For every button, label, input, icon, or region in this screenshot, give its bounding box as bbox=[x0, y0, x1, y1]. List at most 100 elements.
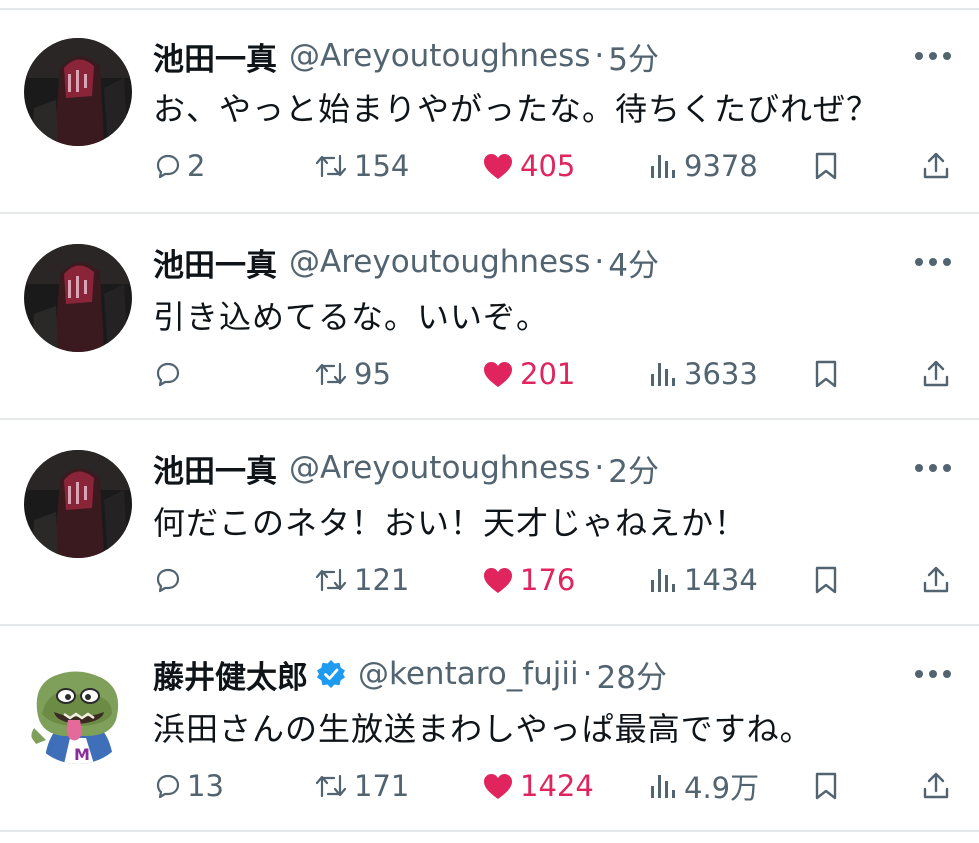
reply-icon bbox=[156, 362, 180, 387]
share-button[interactable] bbox=[921, 144, 951, 188]
share-button[interactable] bbox=[921, 352, 951, 396]
views-count: 4.9万 bbox=[684, 771, 760, 805]
bookmark-button[interactable] bbox=[813, 144, 839, 188]
divider bbox=[0, 418, 979, 420]
retweet-button[interactable]: 171 bbox=[314, 764, 409, 808]
views-button[interactable]: 4.9万 bbox=[648, 764, 759, 808]
retweet-icon bbox=[315, 362, 347, 386]
display-name[interactable]: 藤井健太郎 bbox=[153, 652, 308, 697]
bookmark-button[interactable] bbox=[813, 558, 839, 602]
avatar[interactable] bbox=[24, 38, 132, 146]
timestamp[interactable]: 5分 bbox=[608, 34, 659, 79]
timeline-feed: 池田一真 @Areyoutoughness · 5分 お、やっと始まりやがったな… bbox=[0, 0, 979, 843]
heart-icon bbox=[484, 774, 512, 799]
views-count: 1434 bbox=[684, 563, 758, 597]
more-options-icon[interactable] bbox=[915, 464, 951, 474]
user-handle[interactable]: @Areyoutoughness bbox=[289, 450, 590, 486]
tweet[interactable]: M 藤井健太郎 @kentaro_fujii · 28分 浜田さんの生放送まわし… bbox=[0, 628, 979, 834]
tweet-header: 池田一真 @Areyoutoughness · 4分 bbox=[153, 240, 659, 284]
display-name[interactable]: 池田一真 bbox=[153, 446, 277, 491]
tweet[interactable]: 池田一真 @Areyoutoughness · 4分 引き込めてるな。いいぞ。 … bbox=[0, 216, 979, 422]
reply-icon bbox=[156, 154, 180, 179]
tweet-actions: 95 201 3633 bbox=[0, 352, 979, 396]
bookmark-icon bbox=[815, 360, 837, 388]
reply-button[interactable] bbox=[155, 352, 187, 396]
heart-icon bbox=[484, 568, 512, 593]
reply-icon bbox=[156, 568, 180, 593]
share-icon bbox=[923, 360, 949, 387]
share-icon bbox=[923, 566, 949, 593]
timestamp[interactable]: 4分 bbox=[608, 240, 659, 285]
share-button[interactable] bbox=[921, 764, 951, 808]
retweet-count: 171 bbox=[354, 769, 410, 803]
svg-text:M: M bbox=[74, 745, 90, 764]
more-options-icon[interactable] bbox=[915, 670, 951, 680]
like-count: 201 bbox=[520, 357, 576, 391]
bookmark-icon bbox=[815, 566, 837, 594]
reply-button[interactable]: 13 bbox=[155, 764, 224, 808]
reply-count: 13 bbox=[187, 769, 224, 803]
more-options-icon[interactable] bbox=[915, 52, 951, 62]
reply-button[interactable]: 2 bbox=[155, 144, 205, 188]
display-name[interactable]: 池田一真 bbox=[153, 34, 277, 79]
views-icon bbox=[651, 363, 675, 386]
share-button[interactable] bbox=[921, 558, 951, 602]
tweet-actions: 13 171 1424 4.9万 bbox=[0, 764, 979, 808]
share-icon bbox=[923, 152, 949, 179]
retweet-icon bbox=[315, 154, 347, 178]
user-handle[interactable]: @kentaro_fujii bbox=[358, 656, 579, 692]
views-button[interactable]: 3633 bbox=[648, 352, 758, 396]
bookmark-button[interactable] bbox=[813, 764, 839, 808]
heart-icon bbox=[484, 154, 512, 179]
views-button[interactable]: 1434 bbox=[648, 558, 758, 602]
like-button[interactable]: 176 bbox=[482, 558, 575, 602]
tweet-header: 池田一真 @Areyoutoughness · 5分 bbox=[153, 34, 659, 78]
bookmark-button[interactable] bbox=[813, 352, 839, 396]
user-handle[interactable]: @Areyoutoughness bbox=[289, 244, 590, 280]
views-count: 9378 bbox=[684, 149, 758, 183]
timestamp[interactable]: 2分 bbox=[608, 446, 659, 491]
separator-dot: · bbox=[594, 450, 605, 486]
reply-icon bbox=[156, 774, 180, 799]
more-options-icon[interactable] bbox=[915, 258, 951, 268]
retweet-button[interactable]: 154 bbox=[314, 144, 409, 188]
tweet[interactable]: 池田一真 @Areyoutoughness · 5分 お、やっと始まりやがったな… bbox=[0, 10, 979, 216]
avatar[interactable] bbox=[24, 244, 132, 352]
bookmark-icon bbox=[815, 152, 837, 180]
reply-button[interactable] bbox=[155, 558, 187, 602]
tweet[interactable]: 池田一真 @Areyoutoughness · 2分 何だこのネタ！おい！天才じ… bbox=[0, 422, 979, 628]
avatar[interactable] bbox=[24, 450, 132, 558]
like-count: 405 bbox=[520, 149, 576, 183]
views-count: 3633 bbox=[684, 357, 758, 391]
tweet-text: 浜田さんの生放送まわしやっぱ最高ですね。 bbox=[153, 710, 813, 748]
like-button[interactable]: 405 bbox=[482, 144, 575, 188]
tweet-text: 引き込めてるな。いいぞ。 bbox=[153, 298, 550, 336]
retweet-count: 95 bbox=[354, 357, 391, 391]
display-name[interactable]: 池田一真 bbox=[153, 240, 277, 285]
retweet-icon bbox=[315, 568, 347, 592]
share-icon bbox=[923, 772, 949, 799]
tweet-actions: 121 176 1434 bbox=[0, 558, 979, 602]
views-icon bbox=[651, 569, 675, 592]
retweet-icon bbox=[315, 774, 347, 798]
divider bbox=[0, 624, 979, 626]
views-button[interactable]: 9378 bbox=[648, 144, 758, 188]
like-button[interactable]: 201 bbox=[482, 352, 575, 396]
tweet-text: 何だこのネタ！おい！天才じゃねえか！ bbox=[153, 504, 748, 542]
verified-badge-icon bbox=[317, 660, 345, 688]
tweet-text: お、やっと始まりやがったな。待ちくたびれぜ？ bbox=[153, 90, 880, 128]
like-count: 1424 bbox=[520, 769, 594, 803]
retweet-button[interactable]: 95 bbox=[314, 352, 391, 396]
tweet-header: 池田一真 @Areyoutoughness · 2分 bbox=[153, 446, 659, 490]
divider bbox=[0, 830, 979, 832]
avatar[interactable]: M bbox=[24, 656, 132, 764]
separator-dot: · bbox=[594, 38, 605, 74]
timestamp[interactable]: 28分 bbox=[597, 652, 667, 697]
divider bbox=[0, 212, 979, 214]
tweet-header: 藤井健太郎 @kentaro_fujii · 28分 bbox=[153, 652, 667, 696]
retweet-button[interactable]: 121 bbox=[314, 558, 409, 602]
bookmark-icon bbox=[815, 772, 837, 800]
user-handle[interactable]: @Areyoutoughness bbox=[289, 38, 590, 74]
retweet-count: 121 bbox=[354, 563, 410, 597]
like-button[interactable]: 1424 bbox=[482, 764, 594, 808]
